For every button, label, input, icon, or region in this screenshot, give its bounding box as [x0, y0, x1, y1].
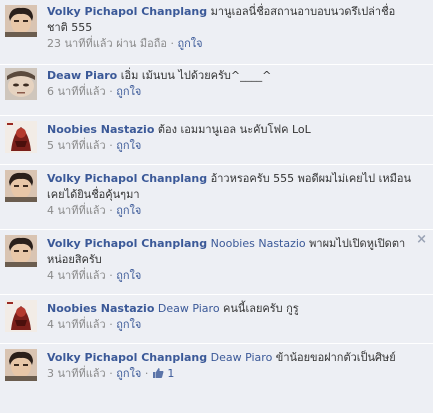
comment-timestamp[interactable]: 3 นาทีที่แล้ว	[47, 367, 106, 380]
meta-separator: ·	[105, 269, 117, 282]
comment-list: Volky Pichapol Chanplang มานูเอลนี่ชื่อส…	[0, 0, 433, 413]
comment-timestamp[interactable]: 4 นาทีที่แล้ว	[47, 204, 106, 217]
avatar[interactable]	[5, 300, 37, 332]
like-link[interactable]: ถูกใจ	[177, 37, 202, 50]
avatar-noobies-image	[5, 121, 37, 153]
comment-body: Volky Pichapol Chanplang Deaw Piaro ข้าน…	[47, 350, 413, 382]
comment-meta: 6 นาทีที่แล้ว · ถูกใจ	[47, 84, 413, 100]
comment-mention-link[interactable]: Noobies Nastazio	[211, 237, 306, 250]
comment-author-link[interactable]: Noobies Nastazio	[47, 302, 154, 315]
meta-separator: ·	[166, 37, 178, 50]
like-count[interactable]: 1	[152, 367, 175, 380]
like-link[interactable]: ถูกใจ	[116, 269, 141, 282]
comment-author-link[interactable]: Volky Pichapol Chanplang	[47, 172, 207, 185]
comment-item: Deaw Piaro เอิ่ม เม้นบน ไปด้วยครับ^____^…	[0, 65, 433, 115]
comment-text: เอิ่ม เม้นบน ไปด้วยครับ^____^	[117, 69, 272, 82]
avatar[interactable]	[5, 5, 37, 37]
remove-comment-icon[interactable]: ×	[416, 232, 427, 247]
comment-text: ข้าน้อยขอฝากตัวเป็นศิษย์	[272, 351, 396, 364]
comment-author-link[interactable]: Deaw Piaro	[47, 69, 117, 82]
comment-mention-link[interactable]: Deaw Piaro	[211, 351, 273, 364]
avatar-noobies-image	[5, 300, 37, 332]
avatar-volky-image	[5, 170, 37, 202]
comment-text: คนนี้เลยครับ กูรู	[219, 302, 299, 315]
meta-separator: ·	[141, 367, 152, 380]
thumbs-up-icon	[152, 368, 164, 378]
comment-via: ผ่าน มือถือ	[116, 37, 167, 50]
avatar-volky-image	[5, 5, 37, 37]
comment-timestamp[interactable]: 6 นาทีที่แล้ว	[47, 85, 106, 98]
comment-body: Volky Pichapol Chanplang Noobies Nastazi…	[47, 236, 413, 284]
comment-meta: 4 นาทีที่แล้ว · ถูกใจ	[47, 317, 413, 333]
comment-body: Noobies Nastazio ต้อง เอมมานูเอล นะคับโฟ…	[47, 122, 413, 154]
like-link[interactable]: ถูกใจ	[116, 204, 141, 217]
comment-item: Noobies Nastazio Deaw Piaro คนนี้เลยครับ…	[0, 295, 433, 343]
meta-separator: ·	[105, 85, 117, 98]
like-link[interactable]: ถูกใจ	[116, 367, 141, 380]
comment-text: ต้อง เอมมานูเอล นะคับโฟค LoL	[154, 123, 311, 136]
comment-item: × Volky Pichapol Chanplang Noobies Nasta…	[0, 230, 433, 294]
comment-timestamp[interactable]: 5 นาทีที่แล้ว	[47, 139, 106, 152]
comment-item: Volky Pichapol Chanplang Deaw Piaro ข้าน…	[0, 344, 433, 413]
comment-author-link[interactable]: Volky Pichapol Chanplang	[47, 351, 207, 364]
comment-timestamp[interactable]: 4 นาทีที่แล้ว	[47, 269, 106, 282]
comment-body: Noobies Nastazio Deaw Piaro คนนี้เลยครับ…	[47, 301, 413, 333]
avatar[interactable]	[5, 235, 37, 267]
comment-mention-link[interactable]: Deaw Piaro	[158, 302, 220, 315]
avatar-volky-image	[5, 349, 37, 381]
like-link[interactable]: ถูกใจ	[116, 318, 141, 331]
comment-meta: 5 นาทีที่แล้ว · ถูกใจ	[47, 138, 413, 154]
comment-item: Volky Pichapol Chanplang อ้าวหรอครับ 555…	[0, 165, 433, 229]
meta-separator: ·	[105, 139, 117, 152]
avatar[interactable]	[5, 68, 37, 100]
avatar[interactable]	[5, 349, 37, 381]
comment-body: Deaw Piaro เอิ่ม เม้นบน ไปด้วยครับ^____^…	[47, 68, 413, 100]
avatar[interactable]	[5, 121, 37, 153]
comment-timestamp[interactable]: 23 นาทีที่แล้ว	[47, 37, 113, 50]
like-link[interactable]: ถูกใจ	[116, 139, 141, 152]
meta-separator: ·	[105, 318, 117, 331]
comment-body: Volky Pichapol Chanplang มานูเอลนี่ชื่อส…	[47, 4, 413, 52]
like-count-value: 1	[167, 367, 175, 380]
avatar[interactable]	[5, 170, 37, 202]
comment-meta: 3 นาทีที่แล้ว · ถูกใจ · 1	[47, 366, 413, 382]
comment-meta: 4 นาทีที่แล้ว · ถูกใจ	[47, 268, 413, 284]
meta-separator: ·	[105, 204, 117, 217]
comment-timestamp[interactable]: 4 นาทีที่แล้ว	[47, 318, 106, 331]
avatar-volky-image	[5, 235, 37, 267]
comment-body: Volky Pichapol Chanplang อ้าวหรอครับ 555…	[47, 171, 413, 219]
comment-author-link[interactable]: Noobies Nastazio	[47, 123, 154, 136]
comment-item: Volky Pichapol Chanplang มานูเอลนี่ชื่อส…	[0, 0, 433, 64]
comment-meta: 4 นาทีที่แล้ว · ถูกใจ	[47, 203, 413, 219]
comment-author-link[interactable]: Volky Pichapol Chanplang	[47, 5, 207, 18]
comment-item: Noobies Nastazio ต้อง เอมมานูเอล นะคับโฟ…	[0, 116, 433, 164]
meta-separator: ·	[105, 367, 117, 380]
avatar-deaw-image	[5, 68, 37, 100]
comment-meta: 23 นาทีที่แล้ว ผ่าน มือถือ · ถูกใจ	[47, 36, 413, 52]
like-link[interactable]: ถูกใจ	[116, 85, 141, 98]
comment-author-link[interactable]: Volky Pichapol Chanplang	[47, 237, 207, 250]
